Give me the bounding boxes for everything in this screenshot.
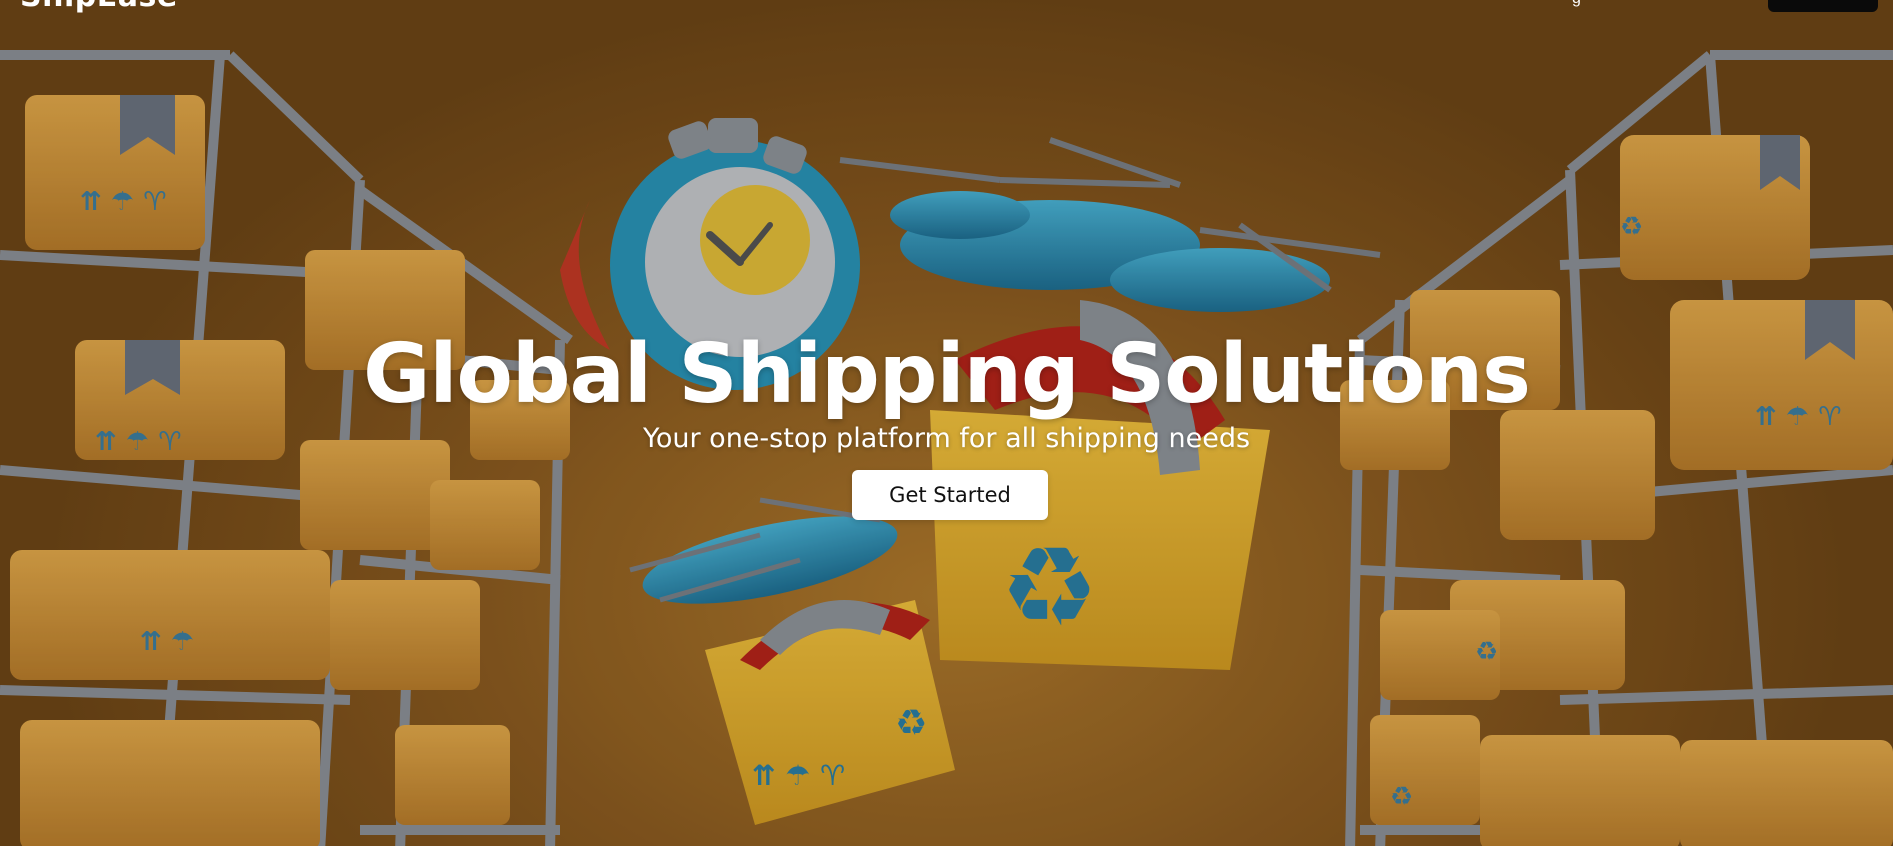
get-started-button[interactable]: Get Started xyxy=(852,470,1048,520)
hero-subtitle: Your one-stop platform for all shipping … xyxy=(642,423,1251,454)
brand-logo[interactable]: ShipEase xyxy=(20,0,178,12)
top-navbar: ShipEase g xyxy=(0,0,1893,14)
hero-title: Global Shipping Solutions xyxy=(363,326,1531,422)
nav-cta-button[interactable] xyxy=(1768,0,1878,12)
bottom-edge xyxy=(0,846,1893,851)
nav-link[interactable]: g xyxy=(1572,0,1584,7)
